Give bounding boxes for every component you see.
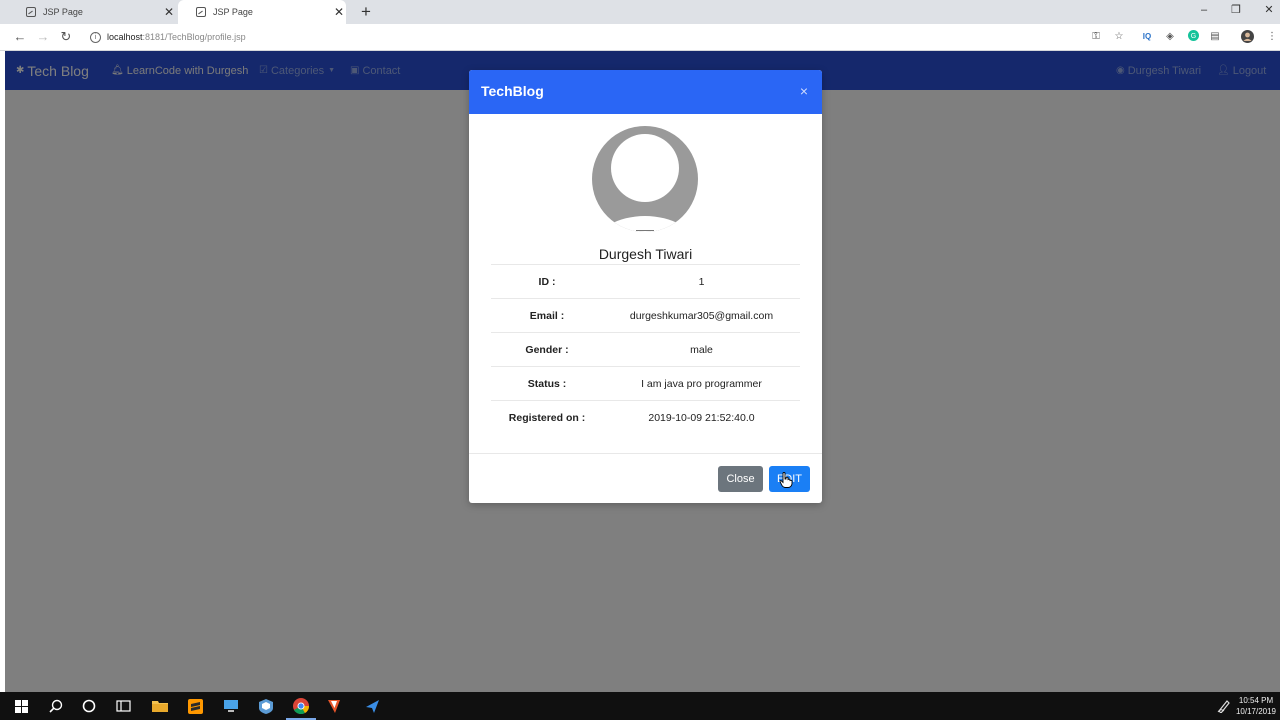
restore-button[interactable]: ❐ bbox=[1228, 2, 1244, 18]
page-favicon-icon bbox=[196, 7, 206, 17]
address-bar[interactable]: i localhost:8181/TechBlog/profile.jsp bbox=[90, 29, 246, 45]
browser-tab[interactable]: JSP Page ✕ bbox=[8, 0, 176, 24]
table-row: Gender : male bbox=[491, 332, 800, 367]
profile-name: Durgesh Tiwari bbox=[598, 246, 693, 262]
key-icon[interactable]: ⚿ bbox=[1089, 30, 1103, 44]
sublime-text-icon[interactable] bbox=[186, 697, 204, 715]
chrome-icon[interactable] bbox=[286, 697, 316, 720]
table-row: Status : I am java pro programmer bbox=[491, 366, 800, 401]
app-shield-icon[interactable] bbox=[257, 697, 275, 715]
extension-document-icon[interactable]: ▤ bbox=[1208, 30, 1222, 44]
back-arrow-icon[interactable]: ← bbox=[12, 28, 28, 46]
field-label: ID : bbox=[491, 264, 603, 299]
cortana-icon[interactable] bbox=[80, 697, 98, 715]
avatar-divider bbox=[636, 230, 654, 231]
default-avatar-image bbox=[592, 126, 698, 232]
extension-tag-icon[interactable]: ◈ bbox=[1163, 30, 1177, 44]
extension-iq-icon[interactable]: IQ bbox=[1140, 30, 1154, 44]
browser-tab-active[interactable]: JSP Page ✕ bbox=[178, 0, 346, 24]
windows-taskbar: 10:54 PM 10/17/2019 bbox=[0, 692, 1280, 720]
pen-workspace-icon[interactable] bbox=[1215, 697, 1233, 715]
modal-title: TechBlog bbox=[481, 83, 544, 99]
tab-close-icon[interactable]: ✕ bbox=[332, 5, 346, 19]
table-row: Email : durgeshkumar305@gmail.com bbox=[491, 298, 800, 333]
profile-details-table: ID : 1 Email : durgeshkumar305@gmail.com… bbox=[491, 264, 800, 434]
minimize-button[interactable]: – bbox=[1196, 2, 1212, 18]
new-tab-button[interactable]: + bbox=[358, 1, 374, 23]
site-info-icon[interactable]: i bbox=[90, 31, 101, 43]
table-row: Registered on : 2019-10-09 21:52:40.0 bbox=[491, 400, 800, 434]
file-explorer-icon[interactable] bbox=[151, 697, 169, 715]
profile-avatar-icon[interactable] bbox=[1240, 30, 1254, 44]
field-label: Registered on : bbox=[491, 400, 603, 434]
remote-desktop-icon[interactable] bbox=[222, 697, 240, 715]
profile-modal: TechBlog × Durgesh Tiwari ID : 1 Email :… bbox=[469, 70, 822, 503]
tab-close-icon[interactable]: ✕ bbox=[162, 5, 176, 19]
field-value: 2019-10-09 21:52:40.0 bbox=[603, 400, 800, 434]
bookmark-star-icon[interactable]: ☆ bbox=[1112, 30, 1126, 44]
url-path: :8181/TechBlog/profile.jsp bbox=[142, 32, 246, 42]
modal-header: TechBlog × bbox=[469, 70, 822, 114]
svg-text:G: G bbox=[1190, 33, 1195, 40]
search-icon[interactable] bbox=[47, 697, 65, 715]
forward-arrow-icon[interactable]: → bbox=[35, 28, 51, 46]
close-button[interactable]: Close bbox=[718, 466, 763, 492]
reload-icon[interactable]: ↻ bbox=[58, 28, 74, 46]
clock-date: 10/17/2019 bbox=[1235, 707, 1277, 716]
url-host: localhost bbox=[107, 32, 143, 42]
system-clock[interactable]: 10:54 PM 10/17/2019 bbox=[1234, 695, 1278, 717]
tab-title: JSP Page bbox=[43, 7, 83, 17]
field-label: Status : bbox=[491, 366, 603, 401]
field-label: Email : bbox=[491, 298, 603, 333]
browser-menu-icon[interactable]: ⋮ bbox=[1265, 30, 1279, 44]
pinned-app-arrow-icon[interactable] bbox=[363, 697, 381, 715]
clock-time: 10:54 PM bbox=[1238, 696, 1274, 705]
page-favicon-icon bbox=[26, 7, 36, 17]
field-value: durgeshkumar305@gmail.com bbox=[603, 298, 800, 333]
extension-grammarly-icon[interactable]: G bbox=[1186, 30, 1200, 44]
task-view-icon[interactable] bbox=[114, 697, 132, 715]
modal-footer: Close EDIT bbox=[469, 453, 822, 503]
tab-title: JSP Page bbox=[213, 7, 253, 17]
browser-tab-strip: JSP Page ✕ JSP Page ✕ + – ❐ ✕ bbox=[0, 0, 1280, 24]
field-value: male bbox=[603, 332, 800, 367]
field-value: I am java pro programmer bbox=[603, 366, 800, 401]
table-row: ID : 1 bbox=[491, 264, 800, 299]
hand-cursor-icon bbox=[779, 472, 793, 488]
browser-toolbar: ← → ↻ i localhost:8181/TechBlog/profile.… bbox=[0, 24, 1280, 51]
field-value: 1 bbox=[603, 264, 800, 299]
modal-close-icon[interactable]: × bbox=[796, 83, 812, 99]
netbeans-app-icon[interactable] bbox=[325, 697, 343, 715]
windows-start-icon[interactable] bbox=[12, 697, 30, 715]
window-close-button[interactable]: ✕ bbox=[1261, 2, 1277, 18]
field-label: Gender : bbox=[491, 332, 603, 367]
